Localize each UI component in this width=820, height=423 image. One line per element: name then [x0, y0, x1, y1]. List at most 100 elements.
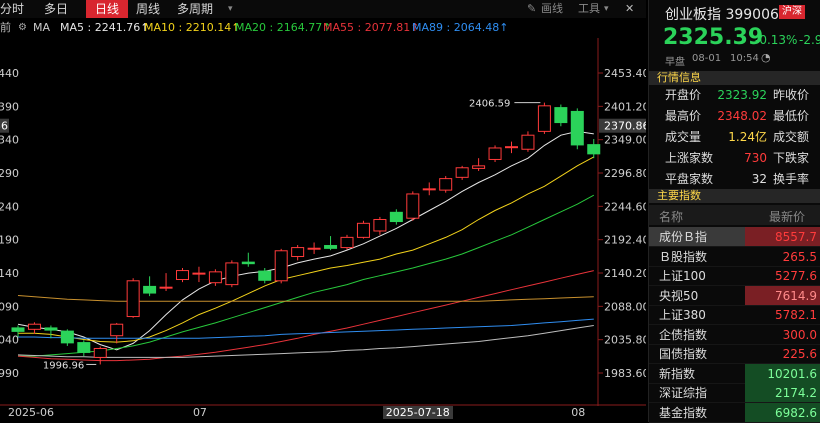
index-value: 10201.6: [745, 363, 820, 383]
index-row[interactable]: 上证100 5277.6: [649, 266, 820, 286]
ma55-value: MA55 : 2077.81↑: [323, 21, 420, 34]
candle-body: [406, 193, 420, 219]
tab-daily[interactable]: 日线: [86, 0, 128, 18]
index-row[interactable]: 成份Ｂ指 8557.7: [649, 227, 820, 247]
right-tick-label: 2453.40: [604, 67, 646, 80]
quote-date: 08-01: [692, 53, 722, 64]
index-name: 国债指数: [659, 347, 708, 361]
index-row[interactable]: 上证380 5782.1: [649, 305, 820, 325]
quote-label: 开盘价: [665, 88, 702, 102]
index-value: 8557.7: [745, 227, 820, 246]
index-name: 基金指数: [659, 405, 708, 420]
tools-button[interactable]: 工具: [578, 0, 600, 18]
change-percent: -0.13%: [755, 33, 798, 47]
candle-body: [537, 105, 551, 132]
ma20-value: MA20 : 2164.77↑: [235, 21, 332, 34]
candle-body: [44, 327, 58, 331]
tab-weekly[interactable]: 周线: [136, 0, 166, 18]
chevron-down-icon[interactable]: ▾: [604, 0, 609, 18]
index-row[interactable]: Ｂ股指数 265.5: [649, 247, 820, 267]
index-value: 300.0: [782, 327, 817, 342]
quote-value: 730: [744, 151, 767, 165]
index-name: 企债指数: [659, 327, 708, 342]
index-value: 6982.6: [745, 402, 820, 422]
ma-line-ma55: [17, 270, 594, 362]
right-tick-label: 2349.00: [604, 134, 646, 147]
candle-body: [77, 342, 91, 353]
quote-label-secondary: 最低价: [773, 109, 810, 123]
quote-label-secondary: 成交额: [773, 130, 810, 144]
candle-body: [126, 280, 140, 318]
index-section-header: 主要指数: [649, 189, 820, 203]
tab-multi-period[interactable]: 多周期: [177, 0, 225, 18]
candle-body: [192, 272, 206, 275]
last-price: 2325.39: [663, 25, 764, 50]
ma-legend: 前 ⚙ MA MA5 : 2241.76↑ MA10 : 2210.14↑ MA…: [0, 19, 646, 37]
index-name: 成份Ｂ指: [659, 230, 708, 244]
pencil-icon: ✎: [527, 2, 537, 15]
index-row[interactable]: 深证综指 2174.2: [649, 383, 820, 403]
quote-label-secondary: 下跌家: [773, 151, 810, 165]
settings-icon[interactable]: ⚙: [18, 19, 27, 37]
candle-body: [291, 247, 305, 258]
quote-label: 最高价: [665, 109, 702, 123]
tab-multi-day[interactable]: 多日: [44, 0, 78, 18]
index-header-latest: 最新价: [769, 210, 806, 224]
candle-body: [356, 222, 370, 238]
index-header-name: 名称: [659, 210, 684, 224]
candle-body: [11, 327, 25, 332]
index-title: 创业板指 399006: [665, 7, 779, 23]
period-toolbar: 分时 多日 日线 周线 多周期 ▾ ✎ 画线 工具 ▾ ✕: [0, 0, 646, 18]
candle-body: [176, 270, 189, 281]
index-row[interactable]: 新指数 10201.6: [649, 363, 820, 384]
index-value: 5782.1: [775, 308, 817, 322]
ma-line-ma5: [17, 130, 594, 351]
quote-value: 1.24亿: [728, 130, 767, 144]
quote-row: 成交量 1.24亿 成交额: [649, 127, 820, 147]
tab-intraday[interactable]: 分时: [0, 0, 30, 18]
quote-label: 成交量: [665, 130, 702, 144]
candle-body: [389, 211, 403, 223]
index-name: 央视50: [659, 288, 699, 303]
index-name: 上证380: [659, 308, 706, 322]
clock-icon: ◔: [761, 51, 771, 64]
candle-body: [60, 330, 74, 344]
quote-label: 上涨家数: [665, 151, 714, 165]
quote-value: 2348.02: [717, 109, 767, 123]
index-row[interactable]: 国债指数 225.6: [649, 344, 820, 364]
quote-panel: 创业板指 399006 沪深 2325.39 -0.13% -2.92 早盘 0…: [648, 0, 820, 423]
candle-body: [422, 188, 436, 191]
quote-label: 平盘家数: [665, 172, 714, 186]
low-label: 1996.96: [43, 360, 84, 371]
x-axis-label: 2025-07-18: [382, 406, 453, 419]
ma-line-ma20: [18, 194, 595, 357]
draw-line-button[interactable]: 画线: [541, 0, 563, 18]
candle-body: [110, 323, 124, 337]
chevron-down-icon[interactable]: ▾: [228, 0, 238, 18]
candle-body: [307, 247, 321, 250]
index-row[interactable]: 基金指数 6982.6: [649, 402, 820, 423]
candlestick-chart[interactable]: 2453.40 2401.20 2349.00 2296.80 2244.60 2192.…: [0, 38, 646, 406]
index-table-header: 名称 最新价: [649, 205, 820, 225]
candle-body: [570, 110, 584, 146]
ma-line-ma120: [17, 295, 594, 302]
ma-prefix: 前: [0, 21, 11, 34]
session-status: 早盘: [665, 57, 685, 68]
close-icon[interactable]: ✕: [625, 0, 634, 18]
candle-body: [258, 270, 272, 281]
left-tick-label: 2190: [0, 234, 19, 247]
left-tick-label: 2440: [0, 67, 19, 80]
index-value: 265.5: [782, 249, 817, 264]
left-tick-label: 1990: [0, 367, 19, 380]
candle-body: [241, 261, 255, 265]
left-price-label: 36: [0, 120, 8, 133]
right-tick-label: 1983.60: [604, 367, 646, 380]
candle-body: [439, 178, 453, 191]
candle-body: [27, 323, 41, 330]
ma-type-label[interactable]: MA: [33, 19, 50, 37]
quote-time: 10:54: [730, 53, 759, 64]
index-row[interactable]: 央视50 7614.9: [649, 285, 820, 306]
index-value: 5277.6: [775, 269, 817, 283]
index-row[interactable]: 企债指数 300.0: [649, 325, 820, 345]
right-tick-label: 2192.40: [604, 234, 646, 247]
